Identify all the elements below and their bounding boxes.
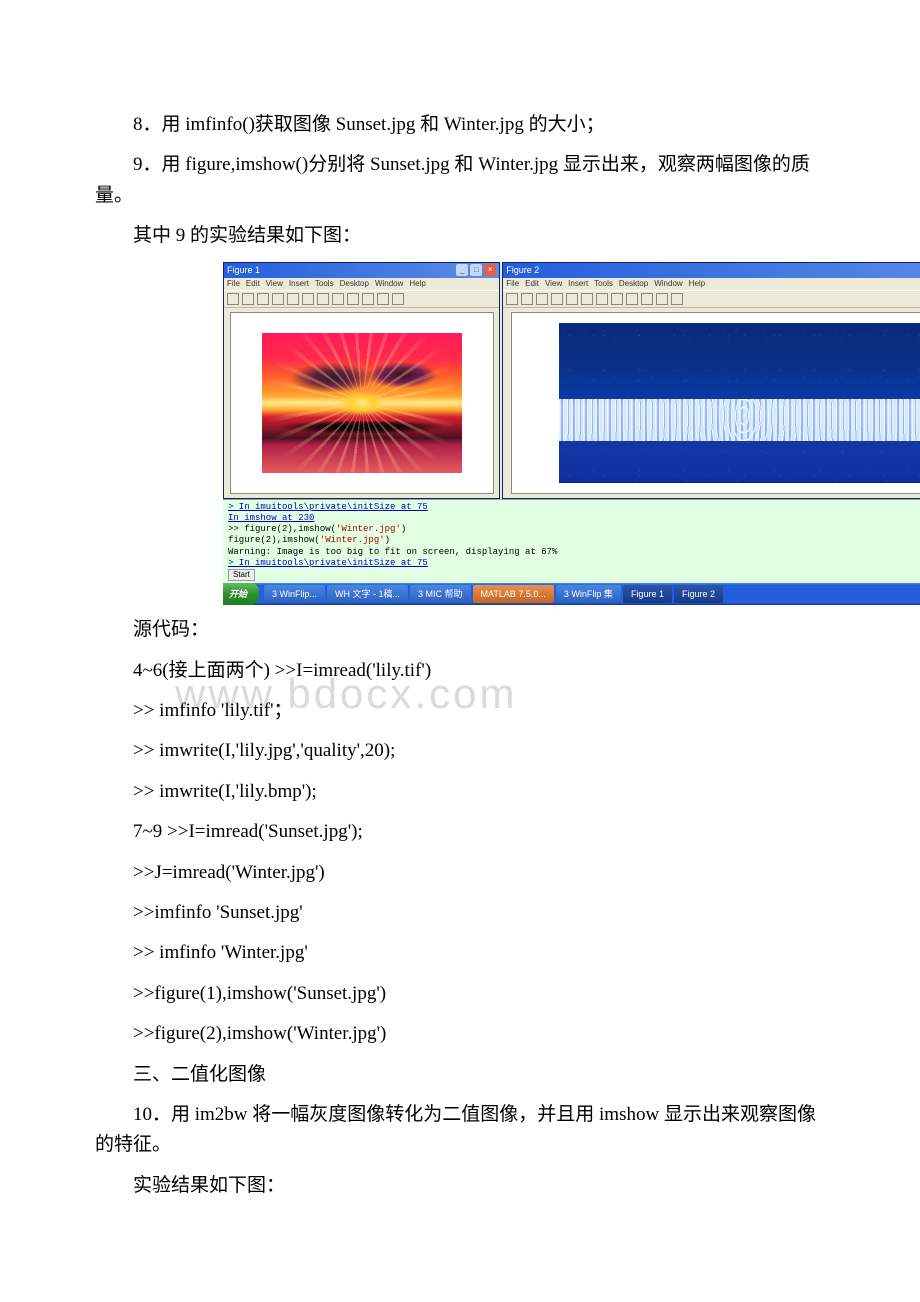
figure-1-canvas xyxy=(224,308,499,498)
close-icon[interactable]: × xyxy=(484,264,496,276)
tool-icon[interactable] xyxy=(287,293,299,305)
figure-2-canvas xyxy=(503,308,920,498)
cmd-line: >> figure(2),imshow('Winter.jpg') xyxy=(228,524,920,535)
section-3: 三、二值化图像 xyxy=(95,1060,825,1090)
taskbar-item[interactable]: Figure 1 xyxy=(623,585,672,603)
matlab-command-output: > In imuitools\private\initSize at 75 In… xyxy=(223,499,920,584)
figure-1-titlebar: Figure 1 _ □ × xyxy=(224,263,499,279)
figure-1-window: Figure 1 _ □ × File Edit View Insert Too… xyxy=(223,262,500,499)
figure-2-title: Figure 2 xyxy=(506,263,539,277)
matlab-start-button[interactable]: Start xyxy=(228,569,255,581)
tool-icon[interactable] xyxy=(626,293,638,305)
tool-icon[interactable] xyxy=(611,293,623,305)
menu-view[interactable]: View xyxy=(266,278,283,291)
para-8: 8．用 imfinfo()获取图像 Sunset.jpg 和 Winter.jp… xyxy=(95,110,825,140)
tool-icon[interactable] xyxy=(392,293,404,305)
experiment-screenshot: Figure 1 _ □ × File Edit View Insert Too… xyxy=(223,262,920,606)
taskbar-item[interactable]: 3 WinFlip 集 xyxy=(556,585,621,603)
menu-view[interactable]: View xyxy=(545,278,562,291)
winter-image xyxy=(559,323,920,483)
tool-icon[interactable] xyxy=(551,293,563,305)
windows-taskbar: 开始 3 WinFlip... WH 文字 - 1稿... 3 MIC 帮助 M… xyxy=(223,583,920,605)
tool-icon[interactable] xyxy=(671,293,683,305)
menu-help[interactable]: Help xyxy=(689,278,705,291)
figure-1-menubar[interactable]: File Edit View Insert Tools Desktop Wind… xyxy=(224,278,499,290)
para-10: 10．用 im2bw 将一幅灰度图像转化为二值图像，并且用 imshow 显示出… xyxy=(95,1100,825,1161)
tool-icon[interactable] xyxy=(362,293,374,305)
para-result-label: 实验结果如下图： xyxy=(95,1171,825,1201)
menu-edit[interactable]: Edit xyxy=(246,278,260,291)
code-line: >> imwrite(I,'lily.bmp'); xyxy=(95,777,825,807)
menu-desktop[interactable]: Desktop xyxy=(619,278,648,291)
minimize-icon[interactable]: _ xyxy=(456,264,468,276)
menu-insert[interactable]: Insert xyxy=(568,278,588,291)
cmd-line: > In imuitools\private\initSize at 75 xyxy=(228,502,920,513)
code-line: 7~9 >>I=imread('Sunset.jpg'); xyxy=(95,817,825,847)
menu-help[interactable]: Help xyxy=(409,278,425,291)
tool-icon[interactable] xyxy=(227,293,239,305)
menu-file[interactable]: File xyxy=(227,278,240,291)
tool-icon[interactable] xyxy=(347,293,359,305)
tool-icon[interactable] xyxy=(257,293,269,305)
menu-desktop[interactable]: Desktop xyxy=(340,278,369,291)
tool-icon[interactable] xyxy=(506,293,518,305)
menu-insert[interactable]: Insert xyxy=(289,278,309,291)
figure-2-plotarea xyxy=(511,312,920,494)
cmd-line: Warning: Image is too big to fit on scre… xyxy=(228,547,920,558)
code-line: >>J=imread('Winter.jpg') xyxy=(95,858,825,888)
para-9: 9．用 figure,imshow()分别将 Sunset.jpg 和 Wint… xyxy=(95,150,825,211)
tool-icon[interactable] xyxy=(641,293,653,305)
figure-2-titlebar: Figure 2 _ □ × xyxy=(503,263,920,279)
para-result9: 其中 9 的实验结果如下图： xyxy=(95,221,825,251)
taskbar-item[interactable]: WH 文字 - 1稿... xyxy=(327,585,408,603)
code-line: >>figure(2),imshow('Winter.jpg') xyxy=(95,1019,825,1049)
cmd-line: > In imuitools\private\initSize at 75 xyxy=(228,558,920,569)
tool-icon[interactable] xyxy=(302,293,314,305)
menu-edit[interactable]: Edit xyxy=(525,278,539,291)
tool-icon[interactable] xyxy=(377,293,389,305)
menu-file[interactable]: File xyxy=(506,278,519,291)
maximize-icon[interactable]: □ xyxy=(470,264,482,276)
tool-icon[interactable] xyxy=(332,293,344,305)
start-button[interactable]: 开始 xyxy=(223,583,259,605)
code-line: >>figure(1),imshow('Sunset.jpg') xyxy=(95,979,825,1009)
code-line: >> imwrite(I,'lily.jpg','quality',20); xyxy=(95,736,825,766)
tool-icon[interactable] xyxy=(317,293,329,305)
para-source: 源代码： xyxy=(95,615,825,645)
sunset-image xyxy=(262,333,462,473)
tool-icon[interactable] xyxy=(272,293,284,305)
code-line: >> imfinfo 'Winter.jpg' xyxy=(95,938,825,968)
figure-2-window: Figure 2 _ □ × File Edit View Insert Too… xyxy=(502,262,920,499)
menu-tools[interactable]: Tools xyxy=(315,278,334,291)
figure-1-title: Figure 1 xyxy=(227,263,260,277)
menu-tools[interactable]: Tools xyxy=(594,278,613,291)
tool-icon[interactable] xyxy=(581,293,593,305)
code-line: 4~6(接上面两个) >>I=imread('lily.tif') xyxy=(95,656,825,686)
taskbar-item[interactable]: 3 WinFlip... xyxy=(264,585,325,603)
taskbar-item[interactable]: 3 MIC 帮助 xyxy=(410,585,471,603)
code-line: >> imfinfo 'lily.tif'； xyxy=(95,696,825,726)
figure-2-menubar[interactable]: File Edit View Insert Tools Desktop Wind… xyxy=(503,278,920,290)
figure-1-plotarea xyxy=(230,312,494,494)
cmd-line: figure(2),imshow('Winter.jpg') xyxy=(228,535,920,546)
tool-icon[interactable] xyxy=(521,293,533,305)
figure-1-toolbar[interactable] xyxy=(224,290,499,308)
tool-icon[interactable] xyxy=(596,293,608,305)
tool-icon[interactable] xyxy=(566,293,578,305)
menu-window[interactable]: Window xyxy=(375,278,403,291)
tool-icon[interactable] xyxy=(242,293,254,305)
code-line: >>imfinfo 'Sunset.jpg' xyxy=(95,898,825,928)
menu-window[interactable]: Window xyxy=(654,278,682,291)
figure-2-toolbar[interactable] xyxy=(503,290,920,308)
tool-icon[interactable] xyxy=(536,293,548,305)
cmd-start-row: Start xyxy=(228,569,920,581)
taskbar-item[interactable]: Figure 2 xyxy=(674,585,723,603)
taskbar-item[interactable]: MATLAB 7.5.0... xyxy=(473,585,554,603)
tool-icon[interactable] xyxy=(656,293,668,305)
cmd-line: In imshow at 230 xyxy=(228,513,920,524)
